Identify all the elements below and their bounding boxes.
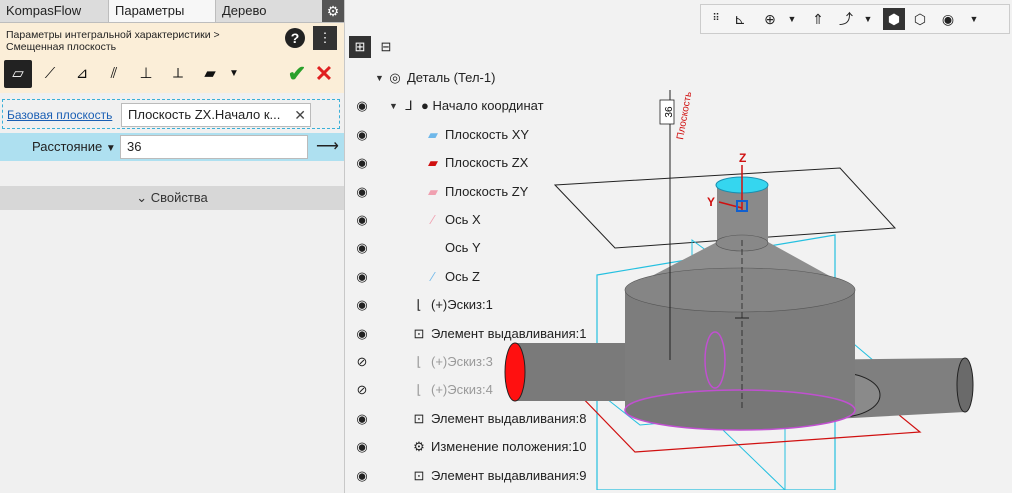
distance-row: Расстояние ▼ 36 ⟶ <box>0 133 344 161</box>
base-plane-value: Плоскость ZX.Начало к... <box>128 107 281 122</box>
tree-item-icon: ⅃ <box>405 98 413 114</box>
tree-item-icon: ∕ <box>431 268 435 284</box>
eye-icon[interactable]: ◉ <box>353 263 371 291</box>
tree-item-icon: ∕ <box>431 212 435 227</box>
eye-icon[interactable]: ◉ <box>353 462 371 490</box>
middle-plane-icon[interactable]: ▰ <box>196 60 224 88</box>
eye-hidden-icon[interactable]: ⊘ <box>353 348 371 376</box>
direction-arrow-icon[interactable]: ⟶ <box>316 136 339 156</box>
tree-item-label: Деталь (Тел-1) <box>407 70 496 85</box>
expand-toggle-icon[interactable]: ▼ <box>389 92 398 120</box>
eye-icon[interactable]: ◉ <box>353 178 371 206</box>
eye-icon[interactable]: ◉ <box>353 433 371 461</box>
three-points-plane-icon[interactable]: ⟋ <box>36 60 64 88</box>
breadcrumb-line-1: Параметры интегральной характеристики > <box>6 29 220 41</box>
help-icon[interactable]: ? <box>285 28 305 48</box>
chevron-down-icon: ▼ <box>105 143 116 154</box>
tree-item-icon: ▰ <box>428 126 438 142</box>
tree-item-icon: ⌊ <box>416 382 422 398</box>
shaded-view-icon[interactable]: ⬢ <box>883 8 905 30</box>
visibility-icon[interactable]: ◉ <box>937 8 959 30</box>
distance-input[interactable]: 36 <box>120 135 308 159</box>
operation-header: Параметры интегральной характеристики > … <box>0 23 344 93</box>
tree-item-icon: ▰ <box>428 155 438 171</box>
pan-icon[interactable]: ⇑ <box>807 8 829 30</box>
tree-item-icon: ⌊ <box>416 297 422 313</box>
main-body-bottom <box>624 389 856 431</box>
tree-item-icon: ⊡ <box>413 325 425 341</box>
chevron-down-icon[interactable]: ▼ <box>781 8 803 30</box>
orientation-icon[interactable]: ⤴ <box>835 8 857 30</box>
right-pipe-end <box>956 357 974 413</box>
tree-item-label: (+)Эскиз:4 <box>431 382 493 398</box>
plane-label: Плоскость <box>675 91 694 141</box>
tab-kompasflow[interactable]: KompasFlow <box>0 0 110 22</box>
expand-toggle-icon[interactable]: ▼ <box>375 64 384 92</box>
view-toolbar: ⠿ ⊾ ⊕ ▼ ⇑ ⤴ ▼ ⬢ ⬡ ◉ ▼ <box>700 4 1010 34</box>
eye-icon[interactable]: ◉ <box>353 320 371 348</box>
tree-item-icon: ⌊ <box>416 354 422 369</box>
chevron-down-icon: ⌄ <box>136 190 151 205</box>
grip-icon: ⠿ <box>712 13 720 24</box>
axis-z-label: Z <box>739 151 746 165</box>
properties-label: Свойства <box>150 190 208 205</box>
base-plane-field[interactable]: Плоскость ZX.Начало к... ✕ <box>121 103 311 127</box>
chevron-down-icon[interactable]: ▼ <box>226 60 242 88</box>
tree-item-label: Ось Z <box>445 268 480 284</box>
wireframe-view-icon[interactable]: ⬡ <box>909 8 931 30</box>
normal-plane-icon[interactable]: ⊥ <box>132 60 160 88</box>
tree-item-label: Ось X <box>445 212 481 227</box>
gear-icon[interactable]: ⚙ <box>322 0 344 22</box>
cone-base <box>624 267 856 313</box>
eye-icon[interactable]: ◉ <box>353 92 371 120</box>
left-pipe-end <box>504 342 526 402</box>
tree-item-label: Ось Y <box>445 240 481 256</box>
angle-plane-icon[interactable]: ⊿ <box>68 60 96 88</box>
eye-icon[interactable]: ◉ <box>353 291 371 319</box>
zoom-icon[interactable]: ⊕ <box>759 8 781 30</box>
chevron-down-icon[interactable]: ▼ <box>857 8 879 30</box>
tree-item-icon: ⚙ <box>413 439 425 455</box>
axis-y-label: Y <box>707 195 715 209</box>
breadcrumb-line-2: Смещенная плоскость <box>6 41 117 53</box>
properties-section-toggle[interactable]: ⌄ Свойства <box>0 186 344 210</box>
tree-item-label: (+)Эскиз:1 <box>431 297 493 313</box>
tree-item-icon: ▰ <box>428 183 438 199</box>
tangent-plane-icon[interactable]: ⟂ <box>164 60 192 88</box>
eye-icon[interactable]: ◉ <box>353 234 371 262</box>
dimension-label: 36 <box>664 106 675 118</box>
parameter-fields: Базовая плоскость Плоскость ZX.Начало к.… <box>0 97 344 165</box>
viewport-3d[interactable]: 36 Плоскость Z Y <box>495 60 995 490</box>
confirm-button[interactable]: ✔ <box>285 60 309 88</box>
tree-item-label: (+)Эскиз:3 <box>431 354 493 369</box>
coordinate-system-icon[interactable]: ⊾ <box>729 8 751 30</box>
parallel-plane-icon[interactable]: ⫽ <box>100 60 128 88</box>
model-view: ⊞ ⊟ ▼ ◎ Деталь (Тел-1) ◉ ▼ ⅃ ● Начало координа… <box>345 0 1012 493</box>
eye-hidden-icon[interactable]: ⊘ <box>353 376 371 404</box>
tree-toggle-icon[interactable]: ⋮ <box>313 26 337 50</box>
base-plane-row: Базовая плоскость Плоскость ZX.Начало к.… <box>2 99 340 129</box>
tree-structure-icon[interactable]: ⊞ <box>349 36 371 58</box>
offset-plane-icon[interactable]: ▱ <box>4 60 32 88</box>
breadcrumb: Параметры интегральной характеристики > … <box>6 29 276 53</box>
base-plane-link[interactable]: Базовая плоскость <box>7 108 112 122</box>
left-pipe <box>515 343 625 401</box>
cancel-button[interactable]: ✕ <box>312 60 336 88</box>
eye-icon[interactable]: ◉ <box>353 206 371 234</box>
tree-item-icon: ⊡ <box>413 467 425 483</box>
eye-icon[interactable]: ◉ <box>353 405 371 433</box>
tab-parameters[interactable]: Параметры <box>108 0 216 22</box>
clear-icon[interactable]: ✕ <box>294 104 306 126</box>
chevron-down-icon[interactable]: ▼ <box>963 8 985 30</box>
tree-item-icon: ◎ <box>389 70 401 85</box>
eye-icon[interactable]: ◉ <box>353 149 371 177</box>
tab-tree[interactable]: Дерево <box>216 0 322 22</box>
distance-mode-dropdown[interactable]: Расстояние ▼ <box>32 139 116 154</box>
panel-tabs: KompasFlow Параметры Дерево ⚙ <box>0 0 344 23</box>
tree-item-icon: ⊡ <box>413 410 425 426</box>
distance-label: Расстояние <box>32 139 103 154</box>
parameters-panel: KompasFlow Параметры Дерево ⚙ Параметры … <box>0 0 345 493</box>
eye-icon[interactable]: ◉ <box>353 121 371 149</box>
tree-history-icon[interactable]: ⊟ <box>375 36 397 58</box>
